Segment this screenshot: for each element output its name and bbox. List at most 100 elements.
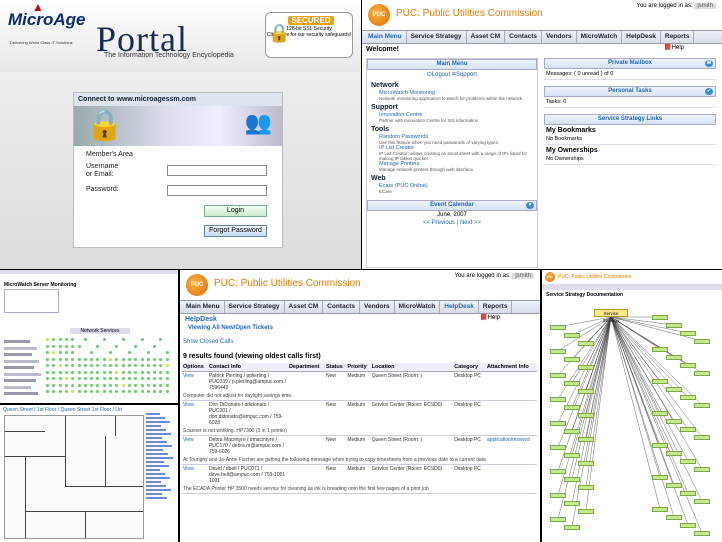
status-dot[interactable] [127,364,131,367]
status-dot[interactable] [109,370,112,374]
server-row[interactable] [4,359,39,363]
status-dot[interactable] [121,364,125,367]
status-dot[interactable] [109,364,112,367]
status-dot[interactable] [64,383,68,387]
status-dot[interactable] [96,390,100,393]
status-dot[interactable] [102,383,106,387]
mindmap-node[interactable] [564,453,580,458]
server-row[interactable] [4,385,31,389]
status-dot[interactable] [121,370,125,374]
status-dot[interactable] [71,357,75,361]
tasks-icon[interactable]: ✓ [705,88,713,95]
mindmap-node[interactable] [550,445,566,450]
status-dot[interactable] [83,390,87,393]
legend-item[interactable] [146,413,160,415]
status-dot[interactable] [83,338,87,341]
mindmap-node[interactable] [578,365,594,370]
status-dot[interactable] [140,338,144,341]
status-dot[interactable] [146,390,150,393]
status-dot[interactable] [46,351,49,354]
status-dot[interactable] [102,390,106,393]
status-dot[interactable] [83,370,87,374]
status-dot[interactable] [52,377,56,380]
mindmap-node[interactable] [550,349,566,354]
mindmap-node[interactable] [694,371,710,376]
mindmap-node[interactable] [680,427,696,432]
legend-item[interactable] [146,465,169,467]
mindmap-node[interactable] [564,357,580,362]
status-dot[interactable] [102,377,106,380]
status-dot[interactable] [146,370,150,374]
status-dot[interactable] [71,390,75,393]
mindmap-node[interactable] [564,333,580,338]
status-dot[interactable] [146,351,150,354]
status-dot[interactable] [96,383,100,387]
mindmap-node[interactable] [666,451,682,456]
status-dot[interactable] [127,383,131,387]
status-dot[interactable] [165,390,169,393]
server-row[interactable] [4,353,32,356]
username-input[interactable] [167,165,267,176]
status-dot[interactable] [83,364,87,367]
status-dot[interactable] [58,383,62,387]
mindmap-node[interactable] [564,429,580,434]
status-dot[interactable] [153,357,157,361]
mindmap-node[interactable] [652,315,668,320]
status-dot[interactable] [153,344,157,348]
status-dot[interactable] [146,383,150,387]
status-dot[interactable] [109,357,112,361]
status-dot[interactable] [121,390,125,393]
status-dot[interactable] [134,370,138,374]
mindmap-node[interactable] [680,331,696,336]
mindmap-node[interactable] [694,403,710,408]
status-dot[interactable] [134,377,138,380]
status-dot[interactable] [64,357,68,361]
status-dot[interactable] [77,370,81,374]
status-dot[interactable] [153,383,157,387]
status-dot[interactable] [115,357,119,361]
status-dot[interactable] [115,344,119,348]
legend-item[interactable] [146,417,165,419]
ssl-badge[interactable]: 🔒 SECURED 128-bit SSL Security Click her… [265,12,353,58]
ticket-view-link[interactable]: View [182,465,208,486]
status-dot[interactable] [115,377,119,380]
status-dot[interactable] [159,383,163,387]
status-dot[interactable] [64,370,68,374]
status-dot[interactable] [58,344,62,348]
status-dot[interactable] [52,390,56,393]
status-dot[interactable] [127,390,131,393]
status-dot[interactable] [96,370,100,374]
ticket-view-link[interactable]: View [182,372,208,393]
status-dot[interactable] [159,357,163,361]
legend-item[interactable] [146,469,160,471]
status-dot[interactable] [146,364,150,367]
status-dot[interactable] [121,377,125,380]
status-dot[interactable] [127,351,131,354]
status-dot[interactable] [90,390,94,393]
status-dot[interactable] [165,364,169,367]
status-dot[interactable] [165,370,169,374]
mindmap-node[interactable] [578,341,594,346]
nav-contacts[interactable]: Contacts [323,301,360,313]
status-dot[interactable] [71,351,75,354]
status-dot[interactable] [102,357,106,361]
legend-item[interactable] [146,425,161,427]
mindmap-node[interactable] [578,389,594,394]
status-dot[interactable] [90,364,94,367]
nav-reports[interactable]: Reports [479,301,513,313]
support-link[interactable]: ✉Support [452,72,477,78]
mindmap-node[interactable] [666,483,682,488]
server-row[interactable] [4,366,34,369]
status-dot[interactable] [121,357,125,361]
status-dot[interactable] [77,377,81,380]
status-dot[interactable] [121,383,125,387]
mindmap-node[interactable] [694,435,710,440]
show-closed-calls-link[interactable]: Show Closed Calls [183,339,233,345]
mindmap-node[interactable] [694,499,710,504]
status-dot[interactable] [71,364,75,367]
mindmap-node[interactable] [652,411,668,416]
mindmap-node[interactable] [680,523,696,528]
status-dot[interactable] [77,383,81,387]
password-input[interactable] [167,185,267,196]
server-row[interactable] [4,346,37,350]
